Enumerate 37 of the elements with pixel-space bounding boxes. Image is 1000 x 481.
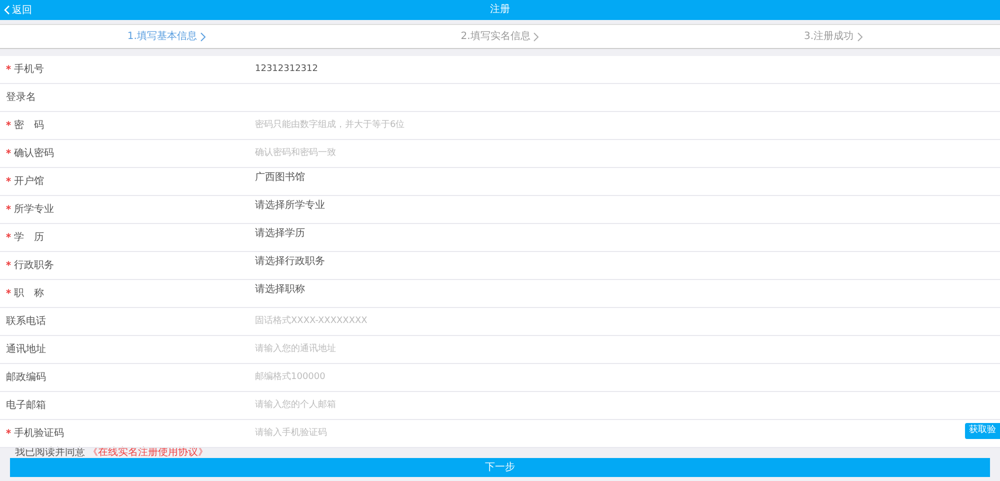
field-label: 密 码 [14, 120, 44, 131]
back-button[interactable]: 返回 [4, 0, 32, 20]
step-tab[interactable]: 3.注册成功 [804, 29, 863, 44]
select-field[interactable]: 请选择职称 [255, 282, 305, 297]
field-label: 电子邮箱 [6, 400, 46, 411]
field-label: 登录名 [6, 92, 36, 103]
input-field[interactable]: 固话格式XXXX-XXXXXXXX [255, 314, 655, 328]
field-label: 行政职务 [14, 260, 54, 271]
select-field[interactable]: 请选择所学专业 [255, 198, 325, 213]
input-field[interactable]: 12312312312 [255, 62, 655, 76]
chevron-icon [856, 32, 863, 42]
field-label: 手机号 [14, 64, 44, 75]
input-field[interactable]: 邮编格式100000 [255, 370, 655, 384]
chevron-icon [533, 32, 540, 42]
input-field[interactable]: 请输入您的个人邮箱 [255, 398, 655, 412]
field-label: 职 称 [14, 288, 44, 299]
input-field[interactable]: 请输入您的通讯地址 [255, 342, 655, 356]
field-label: 邮政编码 [6, 372, 46, 383]
input-field[interactable]: 密码只能由数字组成，并大于等于6位 [255, 118, 655, 132]
back-chevron-icon [4, 5, 10, 15]
select-field[interactable]: 请选择学历 [255, 226, 305, 241]
step-tab[interactable]: 2.填写实名信息 [460, 29, 540, 44]
input-field[interactable]: 请输入手机验证码 [255, 426, 655, 440]
field-label: 确认密码 [14, 148, 54, 159]
step-tab[interactable]: 1.填写基本信息 [127, 29, 206, 44]
field-label: 学 历 [14, 232, 44, 243]
select-field[interactable]: 请选择行政职务 [255, 254, 325, 269]
page-title: 注册 [490, 4, 510, 15]
field-label: 开户馆 [14, 176, 44, 187]
field-label: 通讯地址 [6, 344, 46, 355]
get-code-button[interactable]: 获取验 [965, 423, 1000, 438]
chevron-icon [200, 32, 206, 42]
field-label: 联系电话 [6, 316, 46, 327]
select-field[interactable]: 广西图书馆 [255, 170, 305, 185]
field-label: 手机验证码 [14, 428, 64, 439]
field-label: 所学专业 [14, 204, 54, 215]
next-button[interactable]: 下一步 [10, 458, 990, 477]
